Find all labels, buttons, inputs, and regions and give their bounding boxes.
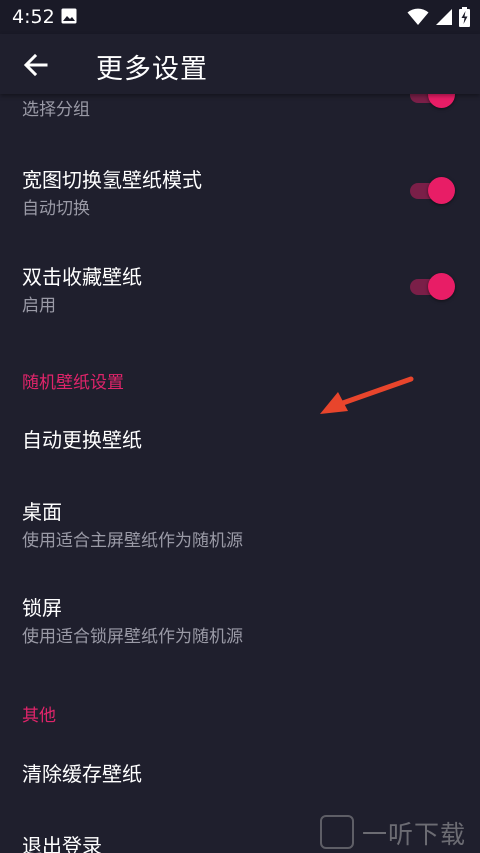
page-title: 更多设置	[96, 54, 208, 85]
setting-title: 退出登录	[22, 834, 102, 853]
signal-icon	[436, 9, 452, 25]
setting-item-auto-change-wallpaper[interactable]: 自动更换壁纸	[0, 410, 480, 466]
setting-title: 宽图切换氢壁纸模式	[22, 168, 202, 192]
setting-item-wide-wallpaper-mode[interactable]: 宽图切换氢壁纸模式 自动切换	[0, 152, 480, 232]
setting-item-desktop[interactable]: 桌面 使用适合主屏壁纸作为随机源	[0, 484, 480, 564]
switch-thumb	[428, 177, 455, 204]
status-time: 4:52	[12, 6, 55, 28]
group-toggle[interactable]	[410, 94, 455, 108]
setting-item-clear-cache[interactable]: 清除缓存壁纸	[0, 744, 480, 800]
setting-subtitle: 自动切换	[22, 199, 90, 219]
annotation-arrow-icon	[320, 376, 414, 414]
status-icons	[407, 7, 470, 27]
watermark-text: 一听下载	[362, 820, 467, 849]
arrow-left-icon[interactable]	[20, 49, 52, 81]
wifi-icon	[407, 8, 429, 25]
wide-wallpaper-toggle[interactable]	[410, 176, 455, 204]
setting-title: 桌面	[22, 500, 62, 524]
switch-thumb	[428, 94, 455, 108]
setting-subtitle: 启用	[22, 296, 56, 316]
switch-thumb	[428, 273, 455, 300]
setting-subtitle: 使用适合主屏壁纸作为随机源	[22, 531, 243, 551]
setting-item-double-tap-favorite[interactable]: 双击收藏壁纸 启用	[0, 249, 480, 329]
section-header-other: 其他	[22, 706, 56, 726]
setting-title: 锁屏	[22, 596, 62, 620]
watermark: 一听下载	[316, 809, 480, 853]
setting-subtitle: 选择分组	[22, 100, 90, 120]
app-bar: 更多设置	[0, 34, 480, 94]
image-icon	[61, 8, 77, 24]
setting-title: 双击收藏壁纸	[22, 265, 142, 289]
watermark-logo-icon	[320, 815, 354, 849]
setting-title: 自动更换壁纸	[22, 428, 142, 452]
setting-title: 清除缓存壁纸	[22, 762, 142, 786]
status-bar: 4:52	[0, 0, 480, 34]
setting-subtitle: 使用适合锁屏壁纸作为随机源	[22, 627, 243, 647]
battery-charging-icon	[459, 7, 470, 27]
setting-item-lockscreen[interactable]: 锁屏 使用适合锁屏壁纸作为随机源	[0, 580, 480, 660]
section-header-random-wallpaper: 随机壁纸设置	[22, 373, 124, 393]
double-tap-favorite-toggle[interactable]	[410, 272, 455, 300]
settings-list[interactable]: 选择分组 宽图切换氢壁纸模式 自动切换 双击收藏壁纸 启用 随机壁纸设置 自动更…	[0, 94, 480, 853]
setting-item-group[interactable]: 选择分组	[0, 94, 480, 134]
